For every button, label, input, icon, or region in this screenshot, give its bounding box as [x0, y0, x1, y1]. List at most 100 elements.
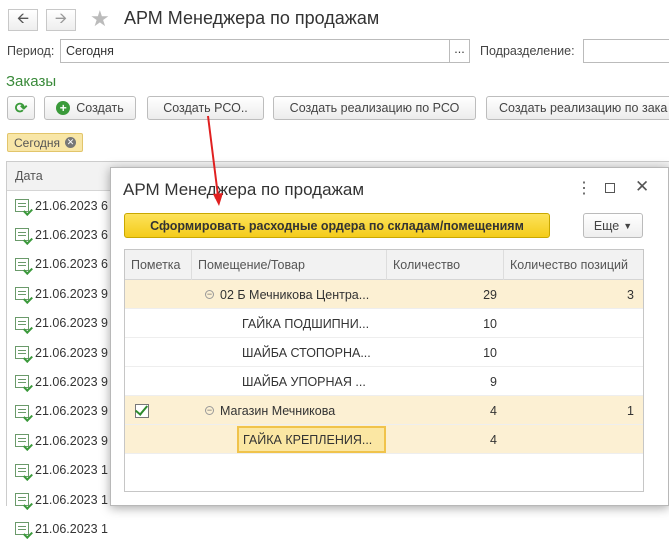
- table-row[interactable]: − Магазин Мечникова 4 1: [125, 396, 643, 425]
- order-date: 21.06.2023 1: [35, 492, 108, 507]
- filter-chip-label: Сегодня: [14, 135, 60, 150]
- product-name-cell[interactable]: ШАЙБА УПОРНАЯ ...: [242, 367, 387, 396]
- group-name-cell[interactable]: −02 Б Мечникова Центра...: [205, 280, 385, 309]
- positions-cell: [504, 338, 634, 367]
- create-realization-rso-button[interactable]: Создать реализацию по РСО: [273, 96, 476, 120]
- period-select-button[interactable]: ...: [449, 39, 470, 63]
- mark-cell[interactable]: [135, 396, 185, 425]
- product-name: ГАЙКА ПОДШИПНИ...: [242, 316, 370, 331]
- table-row[interactable]: 21.06.2023 9: [7, 426, 117, 455]
- product-name: ШАЙБА СТОПОРНА...: [242, 345, 371, 360]
- create-realization-order-button[interactable]: Создать реализацию по зака: [486, 96, 669, 120]
- document-posted-icon: [15, 316, 29, 330]
- table-row[interactable]: 21.06.2023 6: [7, 250, 117, 279]
- order-date: 21.06.2023 9: [35, 433, 108, 448]
- refresh-icon: ⟳: [14, 100, 28, 117]
- order-date: 21.06.2023 6: [35, 257, 108, 272]
- filter-chip[interactable]: Сегодня ✕: [7, 133, 83, 152]
- maximize-icon[interactable]: [605, 180, 615, 196]
- column-quantity[interactable]: Количество: [387, 250, 504, 280]
- collapse-icon[interactable]: −: [205, 406, 214, 415]
- document-posted-icon: [15, 257, 29, 271]
- order-date: 21.06.2023 1: [35, 463, 108, 478]
- document-posted-icon: [15, 434, 29, 448]
- quantity-cell: 4: [490, 432, 497, 447]
- close-icon[interactable]: ✕: [65, 137, 76, 148]
- table-row[interactable]: 21.06.2023 9: [7, 279, 117, 308]
- table-row[interactable]: 21.06.2023 1: [7, 485, 117, 514]
- table-row[interactable]: ШАЙБА УПОРНАЯ ... 9: [125, 367, 643, 396]
- table-row[interactable]: 21.06.2023 9: [7, 397, 117, 426]
- table-row[interactable]: 21.06.2023 6: [7, 191, 117, 220]
- dialog: АРМ Менеджера по продажам ⋮ ✕ Сформирова…: [110, 167, 669, 506]
- table-row[interactable]: −02 Б Мечникова Центра... 29 3: [125, 280, 643, 309]
- create-rso-button[interactable]: Создать РСО..: [147, 96, 264, 120]
- positions-cell: 3: [627, 287, 634, 302]
- document-posted-icon: [15, 346, 29, 359]
- subdivision-field[interactable]: [583, 39, 669, 63]
- forward-button[interactable]: 🡪: [46, 9, 76, 31]
- table-row[interactable]: 21.06.2023 1: [7, 514, 117, 543]
- mark-cell[interactable]: [135, 367, 185, 396]
- order-date: 21.06.2023 9: [35, 316, 108, 331]
- product-name-cell[interactable]: ГАЙКА ПОДШИПНИ...: [242, 309, 387, 338]
- quantity-cell: 10: [483, 316, 497, 331]
- table-row[interactable]: ГАЙКА ПОДШИПНИ... 10: [125, 309, 643, 338]
- table-row[interactable]: 21.06.2023 9: [7, 309, 117, 338]
- positions-cell: [504, 425, 634, 454]
- quantity-cell: 29: [483, 287, 497, 302]
- period-label: Период:: [7, 44, 55, 58]
- column-room-product[interactable]: Помещение/Товар: [192, 250, 387, 280]
- table-row[interactable]: ШАЙБА СТОПОРНА... 10: [125, 338, 643, 367]
- group-name: Магазин Мечникова: [220, 403, 336, 418]
- document-posted-icon: [15, 375, 29, 389]
- order-date: 21.06.2023 9: [35, 286, 108, 301]
- order-date: 21.06.2023 1: [35, 521, 108, 536]
- table-row[interactable]: 21.06.2023 9: [7, 338, 117, 367]
- collapse-icon[interactable]: −: [205, 290, 214, 299]
- refresh-button[interactable]: ⟳: [7, 96, 35, 120]
- order-date: 21.06.2023 9: [35, 374, 108, 389]
- period-field[interactable]: Сегодня: [60, 39, 450, 63]
- create-expense-orders-button[interactable]: Сформировать расходные ордера по складам…: [124, 213, 550, 238]
- quantity-cell: 10: [483, 345, 497, 360]
- star-icon[interactable]: ★: [90, 6, 110, 32]
- mark-cell[interactable]: [135, 425, 185, 454]
- positions-cell: [504, 309, 634, 338]
- close-icon[interactable]: ✕: [635, 177, 649, 197]
- order-date: 21.06.2023 6: [35, 198, 108, 213]
- chevron-down-icon: ▼: [623, 220, 633, 231]
- dialog-table: Пометка Помещение/Товар Количество Колич…: [124, 249, 644, 492]
- arrow-right-icon: 🡪: [54, 9, 68, 27]
- create-button[interactable]: + Создать: [44, 96, 136, 120]
- document-posted-icon: [15, 287, 29, 301]
- positions-cell: 1: [627, 403, 634, 418]
- column-positions[interactable]: Количество позиций: [504, 250, 643, 280]
- orders-section-title: Заказы: [6, 73, 57, 90]
- quantity-cell: 9: [490, 374, 497, 389]
- mark-cell[interactable]: [135, 280, 185, 309]
- table-row[interactable]: ГАЙКА КРЕПЛЕНИЯ... 4: [125, 425, 643, 454]
- table-row[interactable]: 21.06.2023 9: [7, 367, 117, 396]
- mark-cell[interactable]: [135, 338, 185, 367]
- order-date: 21.06.2023 6: [35, 227, 108, 242]
- document-posted-icon: [15, 199, 29, 212]
- document-posted-icon: [15, 228, 29, 242]
- more-button[interactable]: Еще ▼: [583, 213, 643, 238]
- table-row[interactable]: 21.06.2023 1: [7, 456, 117, 485]
- arrow-left-icon: 🡨: [16, 9, 30, 27]
- more-vertical-icon[interactable]: ⋮: [576, 178, 592, 198]
- product-name[interactable]: ГАЙКА КРЕПЛЕНИЯ...: [237, 426, 386, 453]
- checkbox[interactable]: [135, 403, 149, 418]
- mark-cell[interactable]: [135, 309, 185, 338]
- create-button-label: Создать: [76, 101, 124, 115]
- table-row[interactable]: 21.06.2023 6: [7, 220, 117, 249]
- column-mark[interactable]: Пометка: [125, 250, 192, 280]
- group-name-cell[interactable]: − Магазин Мечникова: [205, 396, 385, 425]
- order-date: 21.06.2023 9: [35, 404, 108, 419]
- quantity-cell: 4: [490, 403, 497, 418]
- document-posted-icon: [15, 522, 29, 536]
- back-button[interactable]: 🡨: [8, 9, 38, 31]
- order-date: 21.06.2023 9: [35, 345, 108, 360]
- product-name-cell[interactable]: ШАЙБА СТОПОРНА...: [242, 338, 387, 367]
